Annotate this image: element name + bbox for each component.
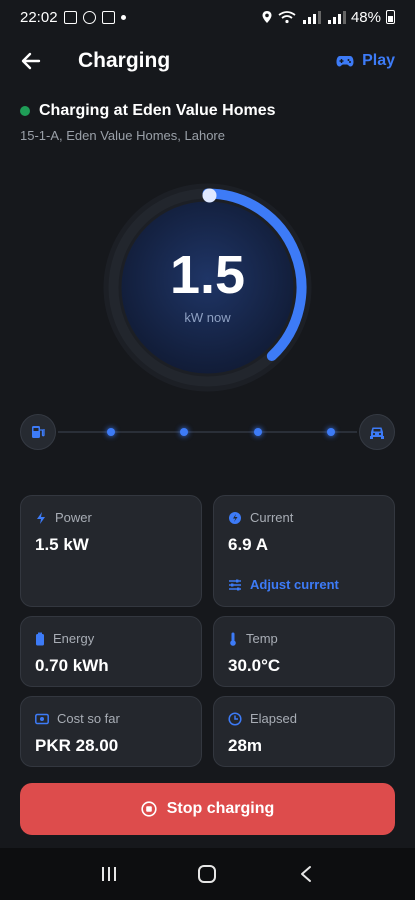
cost-card: Cost so far PKR 28.00 <box>20 696 202 767</box>
temp-card: Temp 30.0°C <box>213 616 395 687</box>
current-label: Current <box>250 510 294 525</box>
stop-charging-button[interactable]: Stop charging <box>20 783 395 835</box>
signal-icon-2 <box>327 11 346 24</box>
current-value: 6.9 A <box>228 535 269 554</box>
energy-value: 0.70 kWh <box>35 656 109 675</box>
thermometer-icon <box>230 632 236 646</box>
linkedin-notification-icon <box>101 10 115 24</box>
session-step-dot <box>253 428 262 436</box>
session-step-dot <box>327 428 335 436</box>
whatsapp-notification-icon <box>82 10 96 24</box>
sliders-icon <box>229 579 241 590</box>
recent-apps-button[interactable] <box>89 854 129 894</box>
car-icon <box>359 414 395 450</box>
status-bar: 22:02 48% <box>0 0 415 34</box>
money-icon <box>35 713 49 724</box>
recent-apps-icon <box>102 867 117 881</box>
energy-label: Energy <box>53 631 95 646</box>
clock-icon <box>228 711 242 726</box>
play-label: Play <box>362 52 395 69</box>
session-step-dot <box>107 428 115 436</box>
play-button[interactable]: Play <box>336 52 395 70</box>
battery-icon <box>386 10 395 24</box>
home-icon <box>198 865 217 883</box>
adjust-current-label: Adjust current <box>250 577 339 592</box>
cost-value: PKR 28.00 <box>35 736 119 755</box>
station-name: Charging at Eden Value Homes <box>39 102 276 119</box>
gauge-value: 1.5 <box>169 245 246 305</box>
stop-charging-label: Stop charging <box>166 800 275 817</box>
gallery-notification-icon <box>63 10 77 24</box>
signal-icon <box>302 11 321 24</box>
gamepad-icon <box>336 56 354 67</box>
back-button[interactable] <box>20 50 42 72</box>
elapsed-card: Elapsed 28m <box>213 696 395 767</box>
power-card: Power 1.5 kW <box>20 495 202 607</box>
system-nav-bar <box>0 848 415 900</box>
gauge-unit: kW now <box>184 310 231 325</box>
station-info: Charging at Eden Value Homes 15-1-A, Ede… <box>20 102 395 143</box>
wifi-icon <box>278 11 296 24</box>
power-label: Power <box>55 510 92 525</box>
system-back-button[interactable] <box>286 854 326 894</box>
elapsed-value: 28m <box>228 736 263 755</box>
gauge-knob <box>202 188 217 203</box>
bolt-icon <box>37 511 45 524</box>
home-button[interactable] <box>187 854 227 894</box>
battery-icon <box>36 632 44 645</box>
energy-card: Energy 0.70 kWh <box>20 616 202 687</box>
arrow-left-icon <box>21 52 41 70</box>
page-title: Charging <box>78 49 171 72</box>
session-track <box>20 414 395 450</box>
adjust-current-button[interactable]: Adjust current <box>228 577 380 592</box>
temp-value: 30.0°C <box>228 656 281 675</box>
battery-percent: 48% <box>350 8 381 26</box>
current-card: Current 6.9 A Adjust current <box>213 495 395 607</box>
status-time: 22:02 <box>20 8 58 26</box>
current-icon <box>229 511 241 524</box>
location-icon <box>262 11 272 23</box>
cost-label: Cost so far <box>57 711 120 726</box>
temp-label: Temp <box>246 631 278 646</box>
track-line <box>58 431 357 433</box>
elapsed-label: Elapsed <box>250 711 297 726</box>
charger-station-icon <box>20 414 56 450</box>
power-value: 1.5 kW <box>35 535 89 554</box>
header: Charging Play <box>0 42 415 80</box>
chevron-left-icon <box>300 866 311 882</box>
session-step-dot <box>180 428 189 436</box>
stop-icon <box>141 801 157 817</box>
more-notifications-icon <box>120 14 126 20</box>
station-address: 15-1-A, Eden Value Homes, Lahore <box>20 128 225 143</box>
power-gauge: 1.5 kW now <box>100 180 315 395</box>
charging-status-dot <box>20 106 30 116</box>
